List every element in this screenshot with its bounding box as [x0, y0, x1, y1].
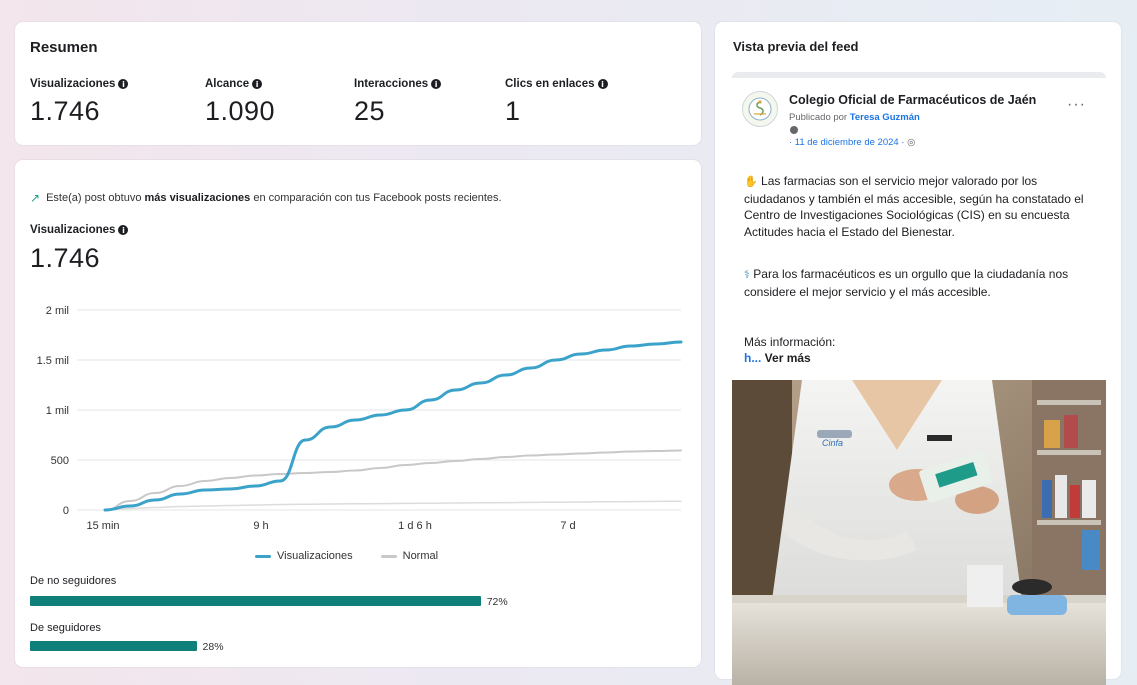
metric-value: 1.746: [30, 96, 101, 126]
page-avatar[interactable]: [742, 91, 778, 127]
post-text-1: Las farmacias son el servicio mejor valo…: [744, 174, 1084, 239]
legend-item-views[interactable]: Visualizaciones: [255, 550, 353, 562]
views-chart: 0 500 1 mil 1.5 mil 2 mil 15 min 9 h 1 d 6 h 7 d: [37, 305, 683, 530]
legend-label-normal: Normal: [402, 550, 439, 562]
legend-label-views: Visualizaciones: [277, 550, 353, 562]
followers-bar-fill: [30, 641, 197, 651]
globe-icon: ◎: [907, 137, 916, 148]
insight-bold: más visualizaciones: [144, 192, 251, 204]
y-tick-label: 1 mil: [46, 405, 69, 417]
published-by: Publicado por Teresa Guzmán: [789, 112, 920, 123]
insight-prefix: Este(a) post obtuvo: [46, 192, 145, 204]
coat-logo-text: Cinfa: [822, 438, 843, 448]
author-link[interactable]: Teresa Guzmán: [850, 112, 920, 123]
post-text-2: Para los farmacéuticos es un orgullo que…: [744, 267, 1069, 299]
feed-preview-card: Vista previa del feed Colegio Oficial de…: [715, 22, 1121, 685]
metric-reach: Alcance i 1.090: [205, 78, 275, 127]
metric-label: Clics en enlaces: [505, 78, 595, 90]
more-options-icon[interactable]: ···: [1067, 96, 1086, 114]
non-followers-label: De no seguidores: [30, 575, 117, 587]
health-emoji-icon: ⚕: [744, 269, 750, 281]
info-icon[interactable]: i: [597, 79, 608, 89]
followers-bar: [30, 641, 656, 651]
info-icon[interactable]: i: [431, 79, 442, 89]
metric-label: Visualizaciones: [30, 78, 116, 90]
x-tick-label: 1 d 6 h: [398, 520, 432, 530]
legend-item-normal[interactable]: Normal: [380, 550, 439, 562]
see-more-link[interactable]: Ver más: [761, 351, 811, 365]
post-paragraph-2: ⚕ Para los farmacéuticos es un orgullo q…: [744, 266, 1094, 300]
post-link[interactable]: h...: [744, 351, 761, 365]
views-value: 1.746: [30, 243, 101, 273]
clapping-emoji-icon: ✋: [744, 176, 758, 188]
followers-pct: 28%: [202, 641, 224, 653]
chart-legend: Visualizaciones Normal: [255, 550, 438, 562]
info-icon[interactable]: i: [118, 225, 129, 235]
more-info-text: Más información:: [744, 335, 836, 349]
post-paragraph-1: ✋ Las farmacias son el servicio mejor va…: [744, 173, 1094, 240]
y-tick-label: 1.5 mil: [37, 355, 69, 367]
insight-text: ↗ Este(a) post obtuvo más visualizacione…: [30, 191, 502, 205]
insight-suffix: en comparación con tus Facebook posts re…: [250, 192, 502, 204]
metric-value: 1: [505, 96, 521, 126]
pharmacist-photo-image: Cinfa: [732, 380, 1106, 685]
x-tick-label: 15 min: [86, 520, 119, 530]
trend-up-icon: ↗: [30, 191, 41, 205]
feed-post: Colegio Oficial de Farmacéuticos de Jaén…: [732, 72, 1106, 685]
views-label: Visualizaciones: [30, 224, 116, 236]
views-label-row: Visualizaciones i: [30, 224, 129, 236]
y-tick-label: 2 mil: [46, 305, 69, 317]
normal-range-low-line: [104, 500, 682, 511]
pharmacy-logo-icon: [748, 97, 772, 121]
feed-title: Vista previa del feed: [733, 39, 859, 54]
legend-swatch-views: [255, 554, 271, 558]
post-date[interactable]: · 11 de diciembre de 2024 ·: [789, 137, 904, 148]
performance-card: ↗ Este(a) post obtuvo más visualizacione…: [15, 160, 701, 667]
non-followers-bar-fill: [30, 596, 481, 606]
x-tick-label: 9 h: [253, 520, 268, 530]
info-icon[interactable]: i: [252, 79, 263, 89]
non-followers-bar: [30, 596, 656, 606]
summary-title: Resumen: [30, 39, 98, 56]
page-name[interactable]: Colegio Oficial de Farmacéuticos de Jaén: [789, 93, 1036, 107]
info-icon[interactable]: i: [118, 79, 129, 89]
post-date-row: · 11 de diciembre de 2024 · ◎: [789, 137, 915, 148]
y-tick-label: 0: [63, 505, 69, 517]
post-photo[interactable]: Cinfa: [732, 380, 1106, 685]
published-prefix: Publicado por: [789, 112, 850, 123]
x-tick-label: 7 d: [560, 520, 575, 530]
legend-swatch-normal: [380, 554, 397, 558]
metric-label: Interacciones: [354, 78, 429, 90]
series-line-normal: [104, 449, 682, 511]
metric-views: Visualizaciones i 1.746: [30, 78, 129, 127]
summary-card: Resumen Visualizaciones i 1.746 Alcance i …: [15, 22, 701, 145]
followers-label: De seguidores: [30, 622, 101, 634]
metric-label: Alcance: [205, 78, 250, 90]
metric-value: 1.090: [205, 96, 276, 126]
published-icon: [790, 126, 798, 134]
see-more-row: h... Ver más: [744, 350, 1094, 367]
y-tick-label: 500: [51, 455, 69, 467]
non-followers-pct: 72%: [486, 596, 508, 608]
metric-link-clicks: Clics en enlaces i 1: [505, 78, 608, 127]
metric-value: 25: [354, 96, 386, 126]
metric-interactions: Interacciones i 25: [354, 78, 442, 127]
